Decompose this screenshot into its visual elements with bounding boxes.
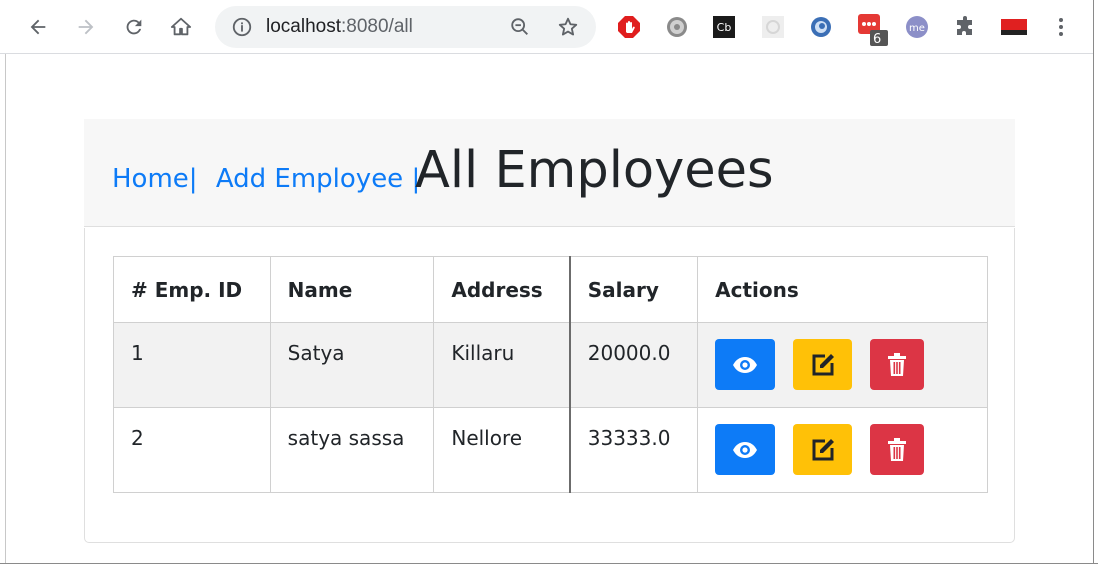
edit-button[interactable] [793, 424, 853, 475]
eye-icon [733, 356, 758, 373]
forward-button[interactable] [69, 10, 103, 44]
cell-emp-id: 1 [113, 322, 271, 408]
column-header-address: Address [433, 256, 571, 323]
edit-icon [812, 353, 834, 375]
view-button[interactable] [715, 424, 776, 475]
ring-extension-icon[interactable] [808, 14, 834, 40]
trash-icon [888, 352, 907, 376]
url-host: localhost [266, 16, 341, 37]
pattern-extension-icon[interactable] [760, 14, 786, 40]
cell-salary: 20000.0 [569, 322, 699, 408]
home-button[interactable] [164, 10, 198, 44]
employees-card: # Emp. ID Name Address Salary Actions 1 … [84, 228, 1015, 543]
forward-arrow-icon [78, 19, 94, 35]
edit-button[interactable] [793, 339, 853, 390]
edit-icon [812, 438, 834, 460]
url-path: :8080/all [341, 16, 413, 37]
lost-extension-icon[interactable] [999, 14, 1029, 40]
more-menu-icon[interactable] [1048, 14, 1074, 40]
url-text[interactable]: localhost:8080/all [266, 6, 413, 48]
cell-actions [697, 407, 988, 493]
cell-salary: 33333.0 [569, 407, 699, 493]
column-header-actions: Actions [697, 256, 988, 323]
cell-actions [697, 322, 988, 408]
eye-icon [733, 441, 758, 458]
window-border-bottom [0, 563, 1098, 568]
cell-name: Satya [269, 322, 435, 408]
back-button[interactable] [21, 10, 55, 44]
employees-table: # Emp. ID Name Address Salary Actions 1 … [113, 256, 988, 493]
puzzle-icon[interactable] [952, 14, 978, 40]
cb-extension-icon[interactable]: Cb [711, 14, 737, 40]
me-extension-icon[interactable]: me [904, 14, 930, 40]
browser-toolbar: localhost:8080/all Cb 6 me [0, 0, 1098, 54]
back-arrow-icon [30, 19, 46, 35]
badge-extension-icon[interactable]: 6 [856, 12, 890, 47]
cell-emp-id: 2 [113, 407, 271, 493]
trash-icon [888, 437, 907, 461]
svg-text:me: me [909, 23, 925, 34]
nav-links: Home| Add Employee | [112, 164, 420, 194]
reload-icon [126, 19, 142, 35]
page-title: All Employees [415, 141, 774, 200]
action-buttons [715, 339, 987, 390]
home-icon [170, 17, 192, 36]
view-button[interactable] [715, 339, 776, 390]
table-row: 1 Satya Killaru 20000.0 [113, 322, 988, 408]
column-header-emp-id: # Emp. ID [113, 256, 271, 323]
add-employee-link[interactable]: Add Employee | [216, 164, 420, 194]
delete-button[interactable] [870, 339, 925, 390]
window-border-right [1093, 0, 1098, 568]
home-link[interactable]: Home| [112, 164, 198, 194]
delete-button[interactable] [870, 424, 925, 475]
column-header-salary: Salary [569, 256, 699, 323]
svg-text:Cb: Cb [717, 21, 732, 34]
address-bar[interactable]: localhost:8080/all [215, 6, 596, 48]
star-icon[interactable] [556, 15, 580, 39]
extension-badge-count: 6 [873, 32, 882, 47]
column-header-name: Name [269, 256, 435, 323]
page-header: Home| Add Employee | All Employees [84, 119, 1015, 227]
info-icon[interactable] [230, 15, 254, 39]
zoom-icon[interactable] [508, 15, 532, 39]
adblock-icon[interactable] [616, 14, 642, 40]
cell-name: satya sassa [269, 407, 435, 493]
gear-extension-icon[interactable] [664, 14, 690, 40]
table-row: 2 satya sassa Nellore 33333.0 [113, 407, 988, 493]
table-header-row: # Emp. ID Name Address Salary Actions [113, 256, 988, 323]
cell-address: Killaru [433, 322, 571, 408]
cell-address: Nellore [433, 407, 571, 493]
background-window-edge [0, 54, 6, 568]
action-buttons [715, 424, 987, 475]
reload-button[interactable] [117, 10, 151, 44]
